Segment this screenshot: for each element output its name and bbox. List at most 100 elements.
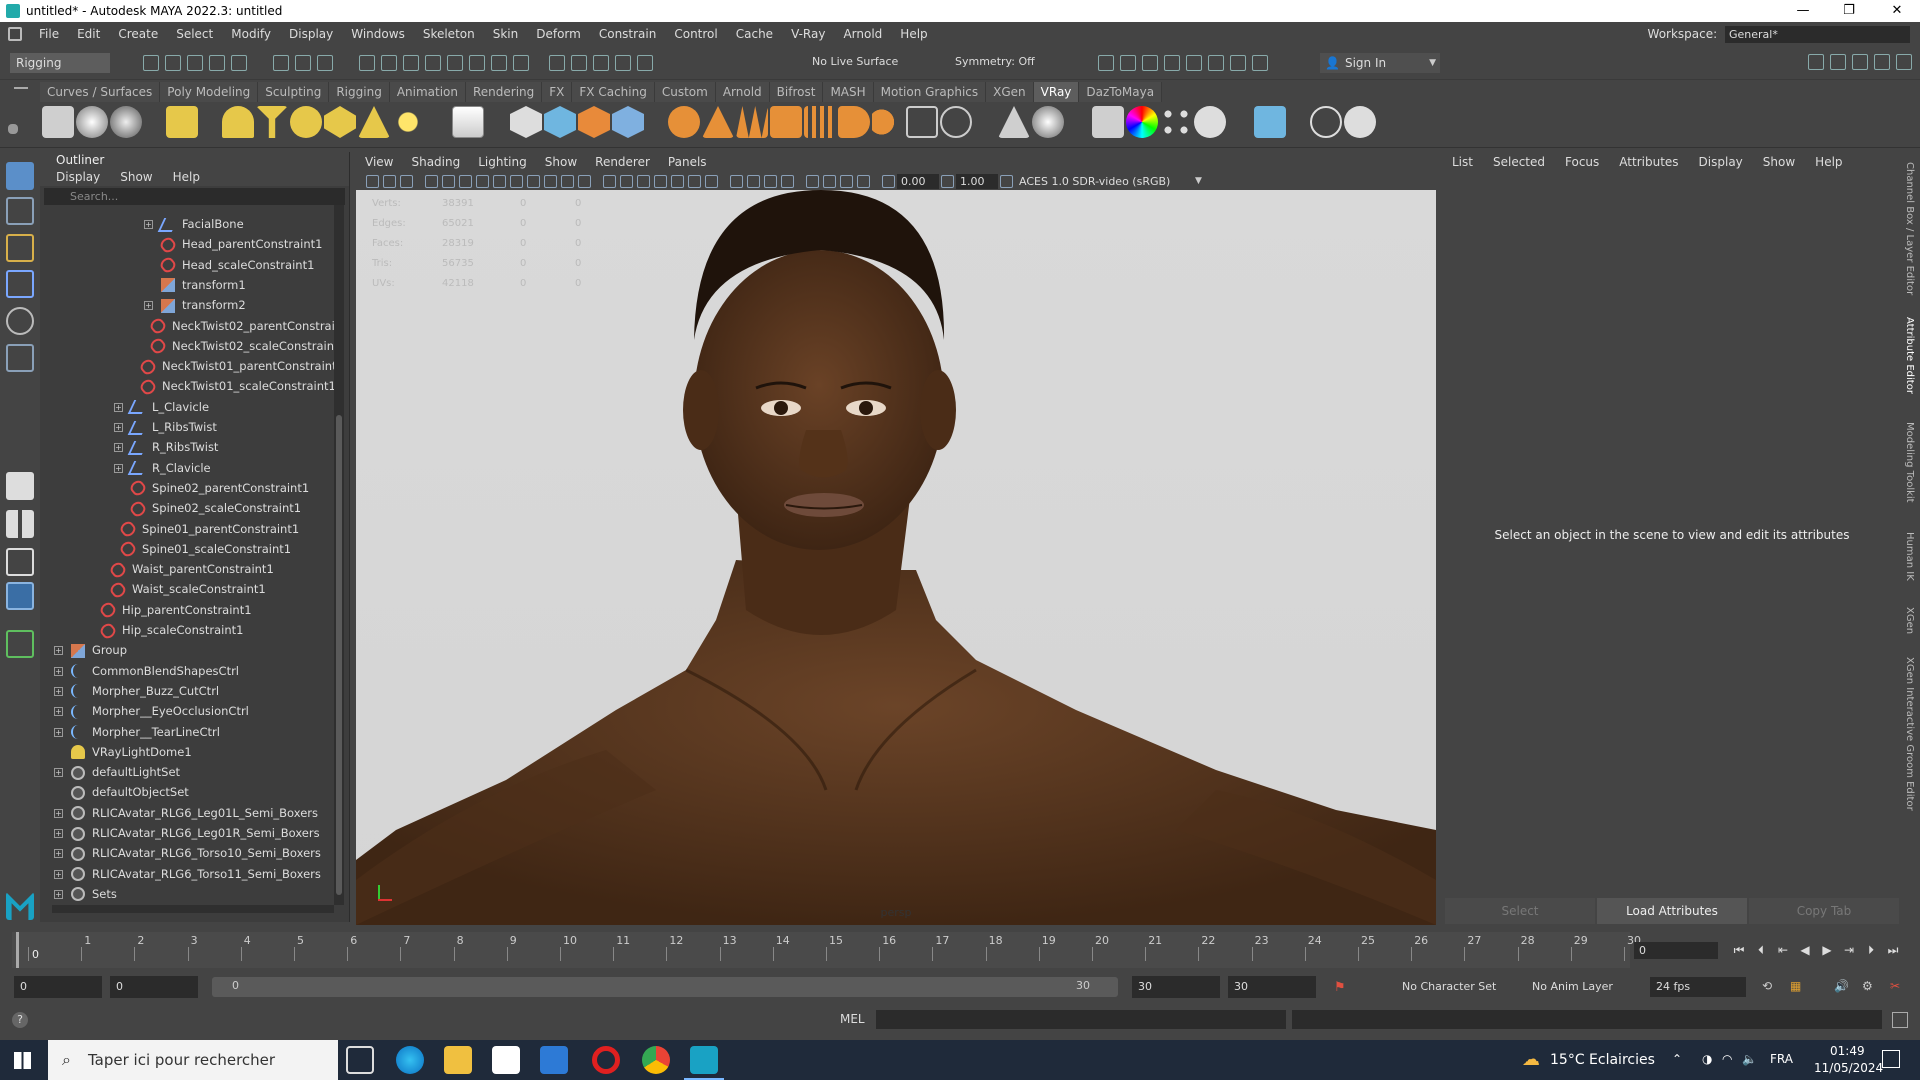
outliner-node[interactable]: Waist_parentConstraint1 <box>94 559 274 580</box>
shelf-tab-mash[interactable]: MASH <box>823 82 874 102</box>
shelf-tab-xgen[interactable]: XGen <box>986 82 1034 102</box>
outliner-scrollbar[interactable] <box>334 205 344 905</box>
expand-toggle-icon[interactable]: + <box>54 707 63 717</box>
notification-center-icon[interactable] <box>1882 1050 1900 1068</box>
script-language-toggle[interactable]: MEL <box>840 1012 865 1026</box>
outliner-node[interactable]: transform1 <box>144 275 246 295</box>
outliner-node[interactable]: NeckTwist02_scaleConstraint <box>134 336 336 357</box>
home-icon[interactable] <box>8 27 22 41</box>
outliner-node[interactable]: Spine01_parentConstraint1 <box>104 519 299 539</box>
rotate-tool-icon[interactable] <box>6 307 34 335</box>
outliner-layout-icon[interactable] <box>6 582 34 610</box>
outliner-node[interactable]: VRayLightDome1 <box>54 742 192 762</box>
expand-toggle-icon[interactable]: + <box>54 849 63 859</box>
volume-icon[interactable]: 🔈 <box>1742 1052 1757 1066</box>
snap-point-icon[interactable] <box>403 55 419 71</box>
save-scene-icon[interactable] <box>187 55 203 71</box>
outliner-node[interactable]: + Morpher_Buzz_CutCtrl <box>54 681 219 701</box>
menu-skin[interactable]: Skin <box>484 27 528 41</box>
lasso-icon[interactable] <box>549 55 565 71</box>
outliner-node[interactable]: + defaultLightSet <box>54 762 180 782</box>
workspace-selector[interactable]: Workspace: General* <box>1648 26 1910 43</box>
hypershade-icon[interactable] <box>1186 55 1202 71</box>
outliner-node[interactable]: NeckTwist01_parentConstraint <box>124 356 336 377</box>
ies-light-icon[interactable] <box>358 106 390 138</box>
step-forward-frame-icon[interactable]: ⇥ <box>1840 942 1858 959</box>
close-button[interactable]: ✕ <box>1874 0 1920 22</box>
menu-create[interactable]: Create <box>109 27 167 41</box>
vray-cone-icon[interactable] <box>998 106 1030 138</box>
snap-vertex-icon[interactable] <box>469 55 485 71</box>
tab-human-ik[interactable]: Human IK <box>1904 532 1915 581</box>
viewport-menu-show[interactable]: Show <box>536 155 586 169</box>
shelf-tab-fx[interactable]: FX <box>542 82 573 102</box>
ipr-render-icon[interactable] <box>1142 55 1158 71</box>
shelf-tab-animation[interactable]: Animation <box>389 82 466 102</box>
default-material-icon[interactable] <box>637 174 650 188</box>
outliner-node[interactable]: + RLICAvatar_RLG6_Torso11_Semi_Boxers <box>54 864 321 884</box>
lasso-tool-icon[interactable] <box>6 197 34 225</box>
outliner-node[interactable]: + R_Clavicle <box>114 458 211 478</box>
outliner-node[interactable]: + Sets <box>54 884 117 904</box>
sphere-light-icon[interactable] <box>290 106 322 138</box>
select-tool-icon[interactable] <box>6 162 34 190</box>
vray-asset-editor-icon[interactable] <box>42 106 74 138</box>
outliner-menu-help[interactable]: Help <box>173 170 200 184</box>
task-view-icon[interactable] <box>346 1046 374 1074</box>
live-surface-field[interactable]: No Live Surface <box>812 55 898 68</box>
vray-clipper-icon[interactable] <box>612 106 644 138</box>
taskbar-search-input[interactable]: ⌕ Taper ici pour rechercher <box>48 1040 338 1080</box>
viewport-menu-lighting[interactable]: Lighting <box>469 155 536 169</box>
outliner-node[interactable]: NeckTwist02_parentConstrai <box>134 316 335 336</box>
shelf-tab-poly-modeling[interactable]: Poly Modeling <box>160 82 259 102</box>
vray-dots-icon[interactable] <box>1160 106 1192 138</box>
cache-icon[interactable]: ▦ <box>1790 979 1801 993</box>
attr-menu-help[interactable]: Help <box>1815 155 1842 169</box>
symmetry-dropdown[interactable]: Symmetry: Off <box>955 55 1035 68</box>
outliner-node[interactable]: Waist_scaleConstraint1 <box>94 579 266 600</box>
animation-end-field[interactable]: 30 <box>1228 976 1316 998</box>
view-transform-dropdown[interactable]: ACES 1.0 SDR-video (sRGB) <box>1015 175 1195 188</box>
single-perspective-layout-icon[interactable] <box>6 472 34 500</box>
maya-taskbar-icon[interactable] <box>690 1046 718 1074</box>
command-input[interactable] <box>876 1010 1286 1029</box>
smooth-shade-icon[interactable] <box>620 174 633 188</box>
help-line-icon[interactable]: ? <box>12 1012 28 1028</box>
render-sequence-icon[interactable] <box>1120 55 1136 71</box>
outliner-node[interactable]: + R_RibsTwist <box>114 437 218 457</box>
outliner-node[interactable]: + RLICAvatar_RLG6_Leg01L_Semi_Boxers <box>54 803 318 823</box>
shelf-tab-vray[interactable]: VRay <box>1033 82 1080 102</box>
viewport-menu-view[interactable]: View <box>356 155 402 169</box>
menu-arnold[interactable]: Arnold <box>834 27 891 41</box>
two-d-pan-icon[interactable] <box>442 174 455 188</box>
shelf-options-icon[interactable] <box>8 124 18 134</box>
menu-windows[interactable]: Windows <box>342 27 414 41</box>
color-management-icon[interactable] <box>1000 174 1013 188</box>
shelf-tab-fx-caching[interactable]: FX Caching <box>572 82 655 102</box>
expand-toggle-icon[interactable]: + <box>114 402 123 412</box>
viewport-menu-shading[interactable]: Shading <box>402 155 469 169</box>
vray-bulb-icon[interactable] <box>1310 106 1342 138</box>
tab-attribute-editor[interactable]: Attribute Editor <box>1904 317 1915 394</box>
sign-in-button[interactable]: 👤 Sign In ▼ <box>1320 53 1440 73</box>
menu-display[interactable]: Display <box>280 27 342 41</box>
image-plane-icon[interactable] <box>425 174 438 188</box>
vray-settings-icon[interactable] <box>906 106 938 138</box>
shelf-tab-rigging[interactable]: Rigging <box>329 82 390 102</box>
load-attributes-button[interactable]: Load Attributes <box>1597 898 1747 924</box>
backface-culling-icon[interactable] <box>857 174 870 188</box>
menu-control[interactable]: Control <box>665 27 726 41</box>
viewport-menu-panels[interactable]: Panels <box>659 155 716 169</box>
go-to-end-icon[interactable]: ⏭ <box>1884 942 1902 959</box>
xray-icon[interactable] <box>823 174 836 188</box>
attr-menu-show[interactable]: Show <box>1763 155 1795 169</box>
snap-surface-icon[interactable] <box>447 55 463 71</box>
outliner-menu-show[interactable]: Show <box>120 170 152 184</box>
timeline-settings-icon[interactable]: ⚙ <box>1862 979 1873 993</box>
outliner-node[interactable]: + Morpher__TearLineCtrl <box>54 722 220 742</box>
edge-browser-icon[interactable] <box>396 1046 424 1074</box>
time-slider[interactable]: 0 1 2 3 4 5 6 7 8 9 10 11 12 13 14 15 16 17 18 19 20 21 22 23 2… <box>12 932 1641 968</box>
vray-export-proxy-icon[interactable] <box>544 106 576 138</box>
field-chart-icon[interactable] <box>544 174 557 188</box>
expand-toggle-icon[interactable]: + <box>54 666 63 676</box>
